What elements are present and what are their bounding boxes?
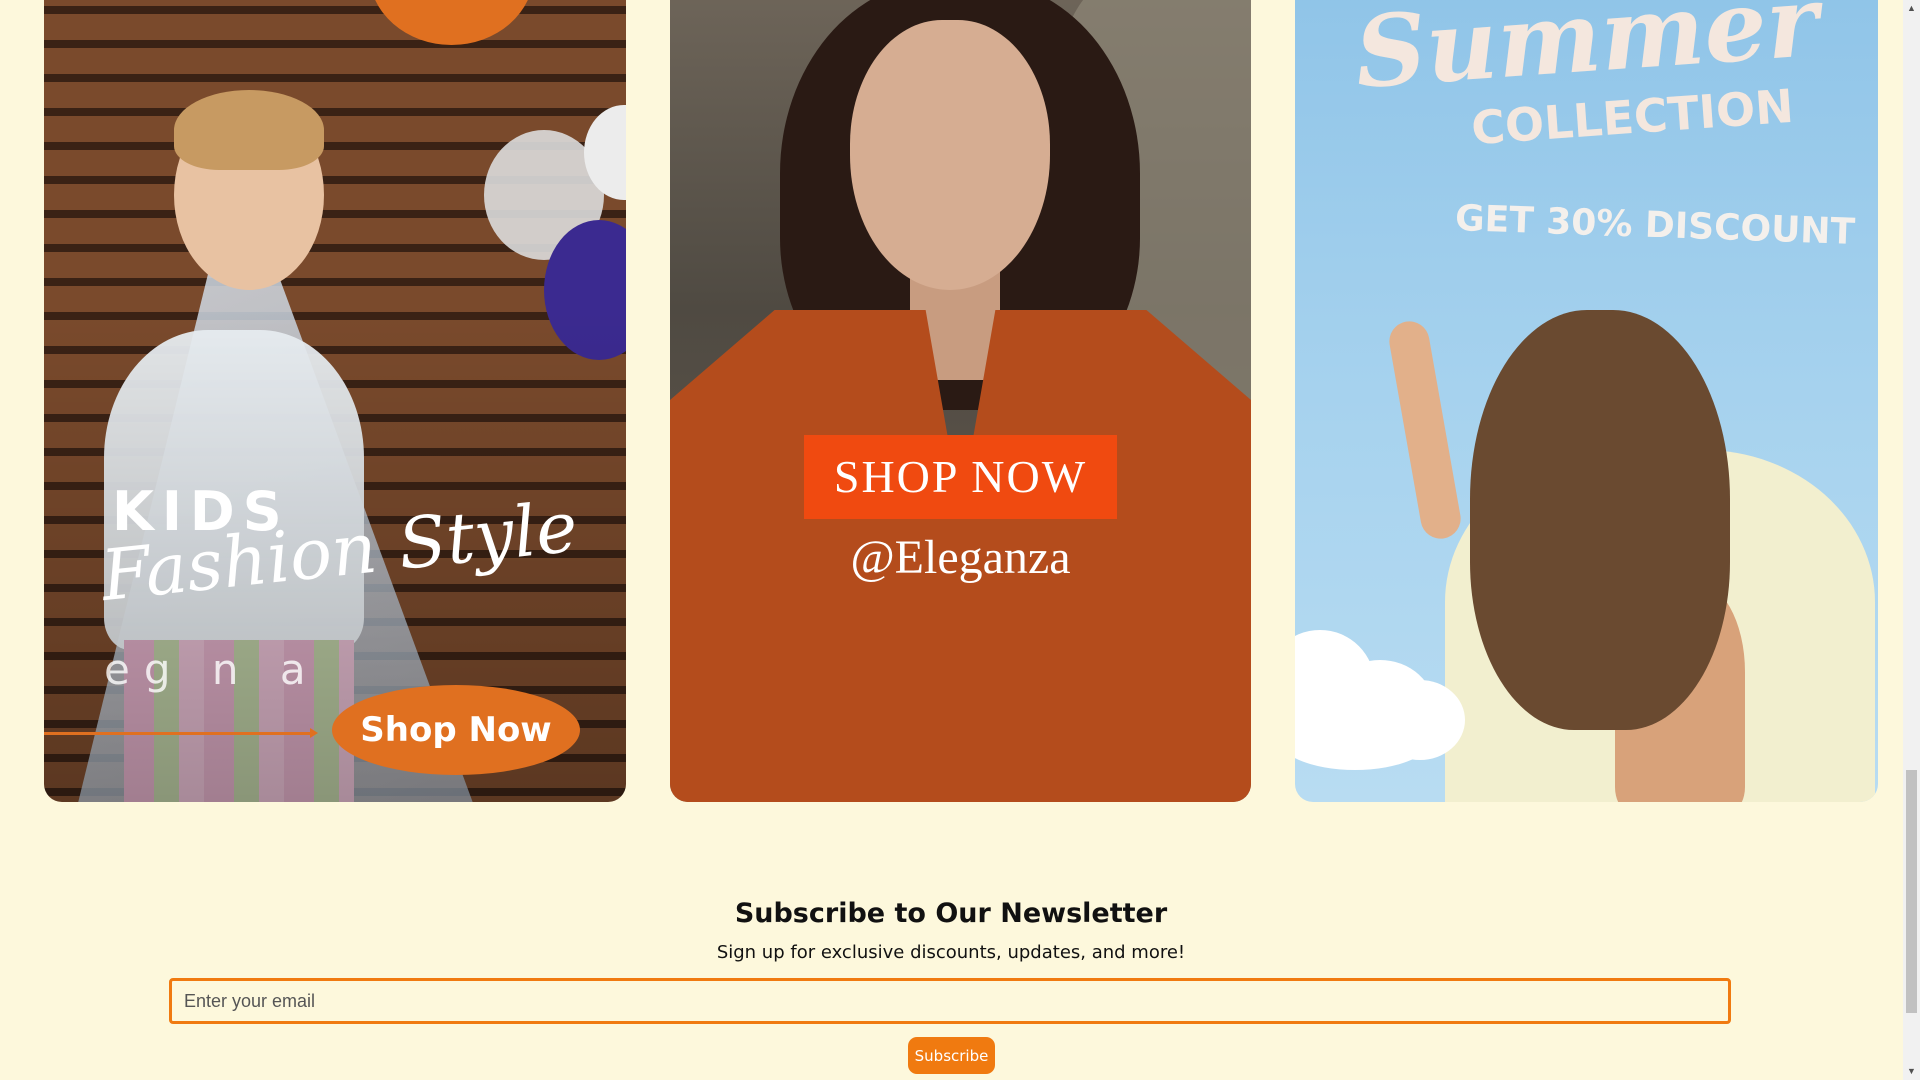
vertical-scrollbar[interactable]: ▲ ▼ [1903,0,1920,1080]
newsletter-title: Subscribe to Our Newsletter [734,898,1168,929]
scroll-down-arrow-icon[interactable]: ▼ [1903,1063,1920,1080]
shop-now-button[interactable]: SHOP NOW [804,435,1117,519]
scrollbar-thumb[interactable] [1906,770,1917,1013]
shop-now-button[interactable]: Shop Now [332,685,580,775]
promo-card-eleganza[interactable]: SHOP NOW @Eleganza [670,0,1251,802]
newsletter-subtitle: Sign up for exclusive discounts, updates… [716,942,1186,963]
brand-handle: @Eleganza [850,531,1071,584]
model-face [850,20,1050,290]
promo-card-kids[interactable]: KIDS Fashion Style eg n a Shop Now [44,0,626,802]
arrow-line-icon [44,728,318,738]
scroll-up-arrow-icon[interactable]: ▲ [1903,0,1920,17]
model-hair [1470,310,1730,730]
brand-text: eg n a [104,645,320,694]
promo-card-summer[interactable]: Summer COLLECTION GET 30% DISCOUNT [1295,0,1878,802]
email-input[interactable] [169,978,1731,1024]
subscribe-button[interactable]: Subscribe [908,1037,995,1074]
